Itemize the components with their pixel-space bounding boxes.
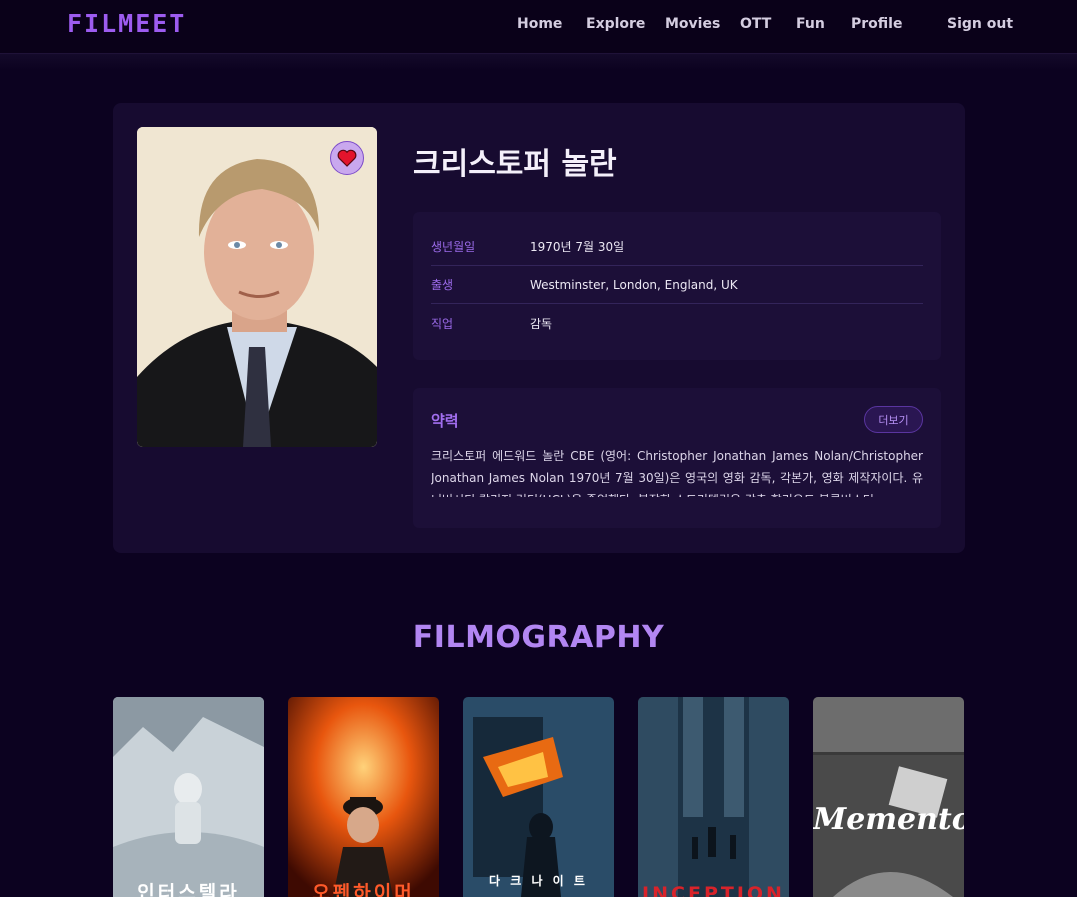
info-label: 출생 <box>431 278 454 292</box>
poster-title: Memento <box>813 802 964 837</box>
poster-title: 인터스텔라 <box>137 882 240 897</box>
person-name: 크리스토퍼 놀란 <box>413 147 617 182</box>
poster-image <box>638 697 789 897</box>
poster-image <box>288 697 439 897</box>
portrait-image <box>137 127 377 447</box>
info-label: 생년월일 <box>431 240 476 254</box>
info-value: Westminster, London, England, UK <box>530 277 738 292</box>
poster-image <box>113 697 264 897</box>
top-navbar: FILMEET Home Explore Movies OTT Fun Prof… <box>0 0 1077 54</box>
bio-title: 약력 <box>431 412 459 430</box>
nav-profile[interactable]: Profile <box>851 16 902 32</box>
info-label: 직업 <box>431 316 454 331</box>
poster-memento[interactable]: Memento <box>813 697 964 897</box>
nav-movies[interactable]: Movies <box>665 16 720 32</box>
poster-inception[interactable]: INCEPTION <box>638 697 789 897</box>
heart-icon <box>337 149 357 167</box>
info-row-job: 직업 감독 <box>431 304 923 342</box>
poster-image <box>813 697 964 897</box>
person-photo <box>137 127 377 447</box>
navbar-shadow <box>0 54 1077 70</box>
poster-image <box>463 697 614 897</box>
poster-oppenheimer[interactable]: 오펜하이머 <box>288 697 439 897</box>
nav-home[interactable]: Home <box>517 16 562 32</box>
info-value: 1970년 7월 30일 <box>530 240 625 254</box>
nav-fun[interactable]: Fun <box>796 16 825 32</box>
poster-the-dark-knight[interactable]: 다 크 나 이 트 <box>463 697 614 897</box>
filmography-list: 인터스텔라 오펜하이머 다 크 나 이 트 INCEPTION Memento <box>113 697 965 897</box>
sign-out-link[interactable]: Sign out <box>947 16 1013 32</box>
nav-explore[interactable]: Explore <box>586 16 645 32</box>
poster-interstellar[interactable]: 인터스텔라 <box>113 697 264 897</box>
poster-title: INCEPTION <box>642 883 785 897</box>
nav-ott[interactable]: OTT <box>740 16 771 32</box>
person-card: 크리스토퍼 놀란 생년월일 1970년 7월 30일 출생 Westminste… <box>113 103 965 553</box>
info-row-birthplace: 출생 Westminster, London, England, UK <box>431 266 923 304</box>
favorite-button[interactable] <box>330 141 364 175</box>
bio-box: 약력 더보기 크리스토퍼 에드워드 놀란 CBE (영어: Christophe… <box>413 388 941 528</box>
info-row-birth: 생년월일 1970년 7월 30일 <box>431 228 923 266</box>
filmography-title: FILMOGRAPHY <box>412 620 665 655</box>
info-value: 감독 <box>530 316 553 331</box>
bio-text: 크리스토퍼 에드워드 놀란 CBE (영어: Christopher Jonat… <box>431 449 923 497</box>
poster-title: 다 크 나 이 트 <box>489 874 588 888</box>
info-box: 생년월일 1970년 7월 30일 출생 Westminster, London… <box>413 212 941 360</box>
more-button[interactable]: 더보기 <box>864 406 923 433</box>
nav-links: Home Explore Movies OTT Fun Profile Sign… <box>0 16 1077 36</box>
poster-title: 오펜하이머 <box>312 882 415 897</box>
